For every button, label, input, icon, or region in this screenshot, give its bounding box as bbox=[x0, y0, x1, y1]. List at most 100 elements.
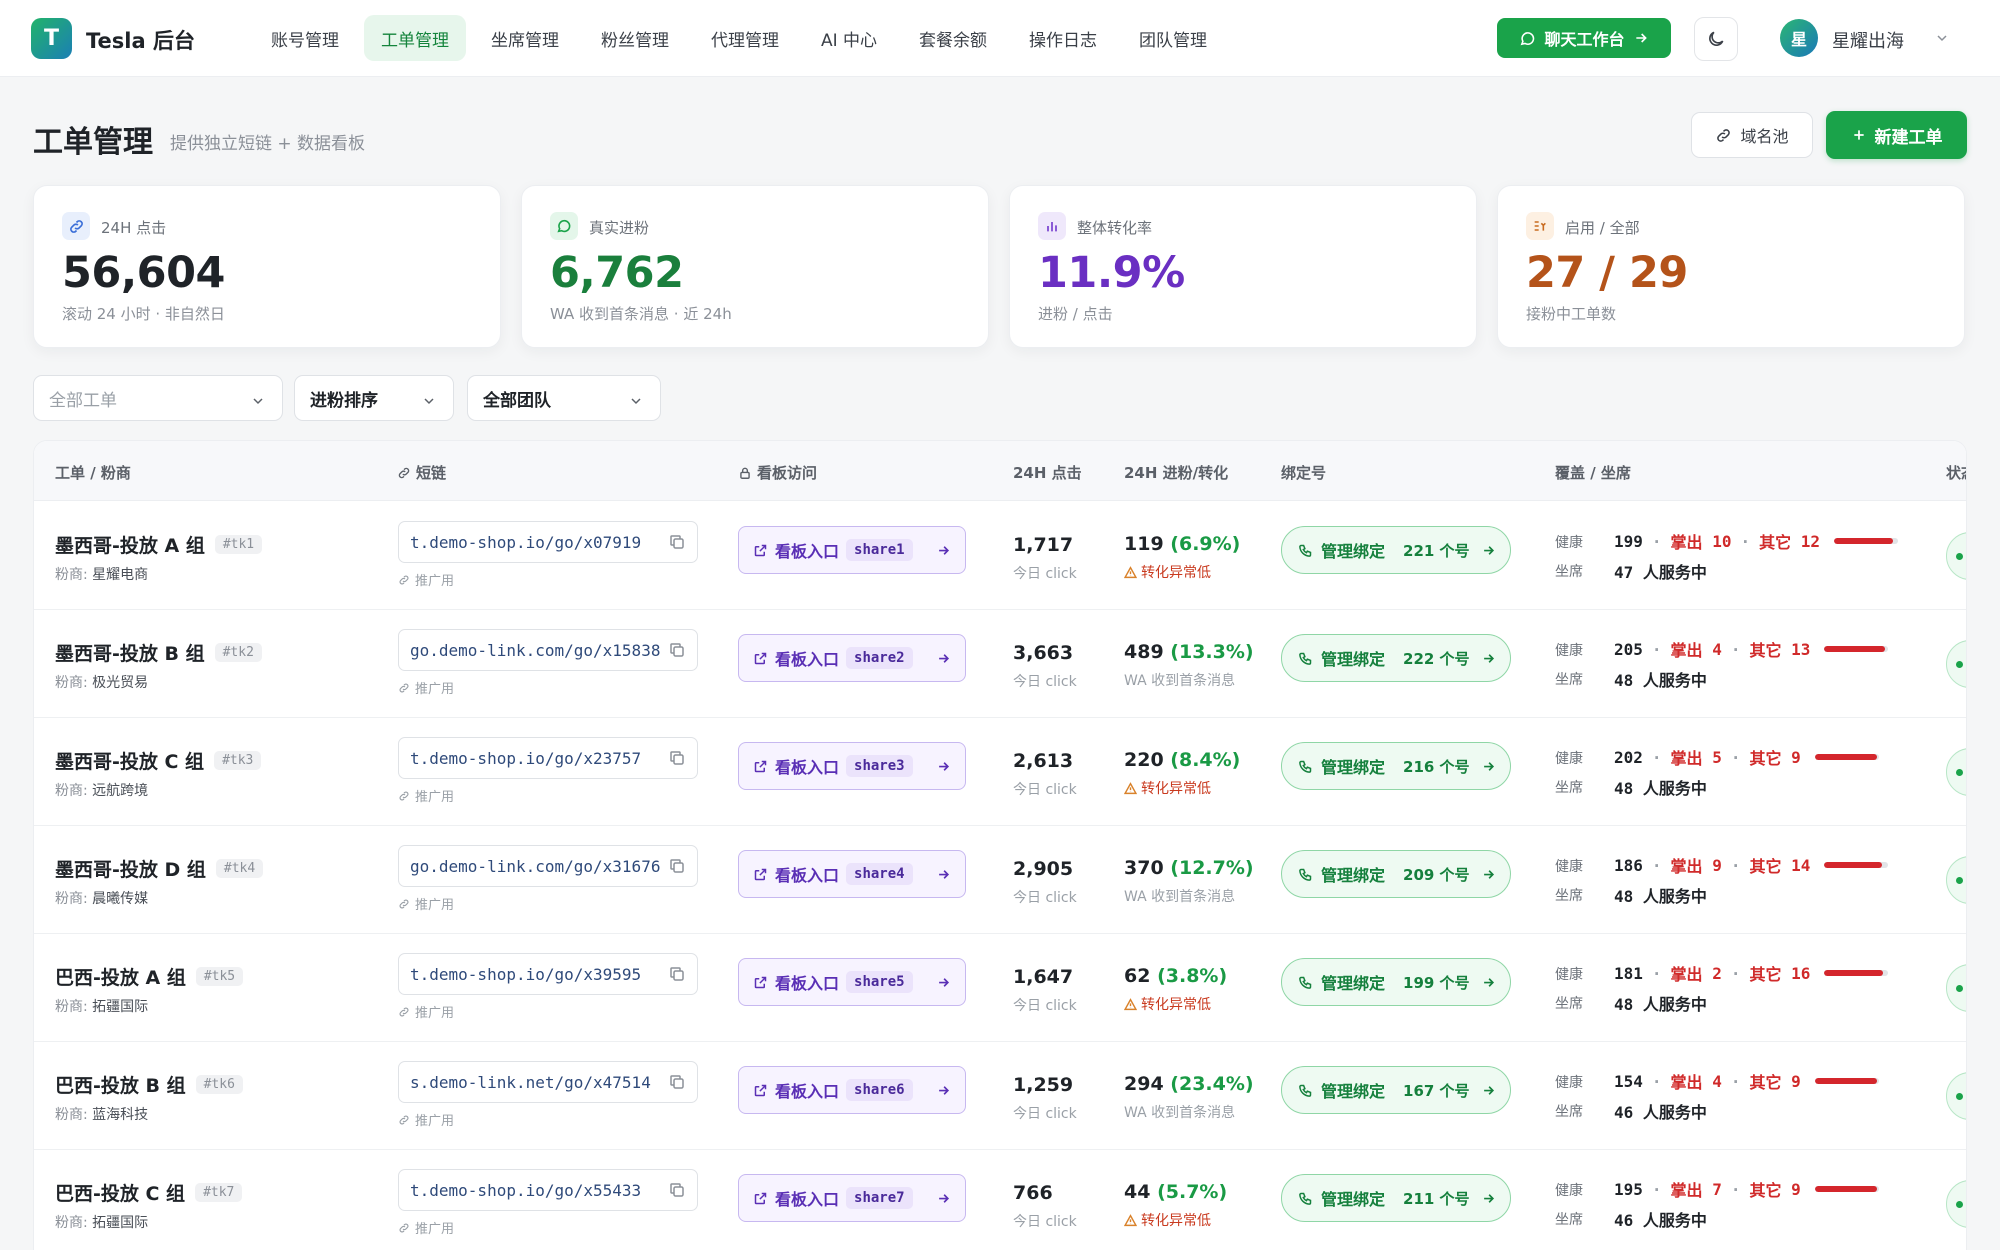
table-row[interactable]: 墨西哥-投放 A 组 #tk1 粉商: 星耀电商 t.demo-shop.io/… bbox=[34, 502, 1966, 610]
new-ticket-button[interactable]: 新建工单 bbox=[1826, 111, 1967, 159]
short-link-text: t.demo-shop.io/go/x55433 bbox=[410, 1180, 642, 1200]
board-entry-button[interactable]: 看板入口 share6 bbox=[738, 1066, 966, 1114]
seat-stats: 48 人服务中 bbox=[1614, 667, 1707, 691]
manage-binding-button[interactable]: 管理绑定 221 个号 bbox=[1281, 526, 1511, 574]
health-bar bbox=[1814, 754, 1879, 760]
short-link-field[interactable]: t.demo-shop.io/go/x55433 bbox=[398, 1169, 698, 1211]
manage-binding-button[interactable]: 管理绑定 222 个号 bbox=[1281, 634, 1511, 682]
table-row[interactable]: 巴西-投放 C 组 #tk7 粉商: 拓疆国际 t.demo-shop.io/g… bbox=[34, 1150, 1966, 1250]
ticket-name[interactable]: 巴西-投放 A 组 bbox=[55, 963, 186, 990]
lost-label: 掌出 bbox=[1670, 857, 1703, 876]
short-link-field[interactable]: t.demo-shop.io/go/x07919 bbox=[398, 521, 698, 563]
ticket-name[interactable]: 巴西-投放 B 组 bbox=[55, 1071, 186, 1098]
nav-item-3[interactable]: 粉丝管理 bbox=[584, 15, 686, 61]
ticket-filter-select[interactable]: 全部工单 bbox=[33, 375, 283, 421]
ticket-name[interactable]: 墨西哥-投放 B 组 bbox=[55, 639, 205, 666]
conversion-note-text: 转化异常低 bbox=[1141, 1213, 1211, 1229]
copy-icon[interactable] bbox=[668, 1073, 686, 1091]
short-link-field[interactable]: s.demo-link.net/go/x47514 bbox=[398, 1061, 698, 1103]
manage-binding-label: 管理绑定 bbox=[1321, 650, 1386, 669]
arrow-right-icon bbox=[939, 1194, 950, 1203]
nav-item-6[interactable]: 套餐余额 bbox=[902, 15, 1004, 61]
ticket-name[interactable]: 墨西哥-投放 C 组 bbox=[55, 747, 204, 774]
seat-count: 48 bbox=[1614, 671, 1634, 690]
status-toggle[interactable] bbox=[1946, 1180, 1966, 1228]
warning-icon bbox=[1124, 781, 1137, 794]
health-count: 186 bbox=[1614, 855, 1643, 875]
conversion-rate: (13.3%) bbox=[1170, 641, 1254, 663]
copy-icon[interactable] bbox=[668, 1181, 686, 1199]
promo-text: 推广用 bbox=[415, 1222, 455, 1237]
merchant-name: 拓疆国际 bbox=[92, 999, 149, 1015]
copy-icon[interactable] bbox=[668, 533, 686, 551]
nav-item-0[interactable]: 账号管理 bbox=[254, 15, 356, 61]
lost-count: 9 bbox=[1712, 855, 1722, 875]
health-label: 健康 bbox=[1555, 535, 1583, 551]
nav-item-7[interactable]: 操作日志 bbox=[1012, 15, 1114, 61]
user-name[interactable]: 星耀出海 bbox=[1832, 27, 1904, 53]
bound-count: 221 个号 bbox=[1403, 541, 1470, 560]
board-entry-button[interactable]: 看板入口 share3 bbox=[738, 742, 966, 790]
copy-icon[interactable] bbox=[668, 965, 686, 983]
domain-pool-button[interactable]: 域名池 bbox=[1691, 112, 1813, 158]
table-row[interactable]: 巴西-投放 A 组 #tk5 粉商: 拓疆国际 t.demo-shop.io/g… bbox=[34, 934, 1966, 1042]
stat-card-2: 整体转化率 11.9% 进粉 / 点击 bbox=[1009, 185, 1477, 348]
status-toggle[interactable] bbox=[1946, 640, 1966, 688]
table-row[interactable]: 墨西哥-投放 B 组 #tk2 粉商: 极光贸易 go.demo-link.co… bbox=[34, 610, 1966, 718]
nav-item-8[interactable]: 团队管理 bbox=[1122, 15, 1224, 61]
bound-count: 209 个号 bbox=[1403, 865, 1470, 884]
table-row[interactable]: 墨西哥-投放 D 组 #tk4 粉商: 晨曦传媒 go.demo-link.co… bbox=[34, 826, 1966, 934]
ticket-name[interactable]: 墨西哥-投放 A 组 bbox=[55, 531, 205, 558]
conversion-24h: 44 (5.7%) bbox=[1124, 1181, 1227, 1203]
status-toggle[interactable] bbox=[1946, 1072, 1966, 1120]
status-toggle[interactable] bbox=[1946, 964, 1966, 1012]
chat-workbench-button[interactable]: 聊天工作台 bbox=[1497, 18, 1671, 58]
nav-item-2[interactable]: 坐席管理 bbox=[474, 15, 576, 61]
nav-item-5[interactable]: AI 中心 bbox=[804, 15, 894, 61]
manage-binding-button[interactable]: 管理绑定 209 个号 bbox=[1281, 850, 1511, 898]
copy-icon[interactable] bbox=[668, 857, 686, 875]
board-entry-button[interactable]: 看板入口 share4 bbox=[738, 850, 966, 898]
copy-icon[interactable] bbox=[668, 641, 686, 659]
external-link-icon bbox=[754, 760, 767, 772]
app-logo[interactable]: T bbox=[31, 18, 72, 59]
team-filter-select[interactable]: 全部团队 bbox=[467, 375, 661, 421]
manage-binding-button[interactable]: 管理绑定 211 个号 bbox=[1281, 1174, 1511, 1222]
manage-binding-button[interactable]: 管理绑定 167 个号 bbox=[1281, 1066, 1511, 1114]
board-entry-button[interactable]: 看板入口 share2 bbox=[738, 634, 966, 682]
plus-icon bbox=[1853, 130, 1864, 140]
promo-text: 推广用 bbox=[415, 682, 455, 697]
short-link-field[interactable]: go.demo-link.com/go/x15838 bbox=[398, 629, 698, 671]
manage-binding-button[interactable]: 管理绑定 216 个号 bbox=[1281, 742, 1511, 790]
status-toggle[interactable] bbox=[1946, 748, 1966, 796]
ticket-name[interactable]: 巴西-投放 C 组 bbox=[55, 1179, 185, 1206]
nav-item-1[interactable]: 工单管理 bbox=[364, 15, 466, 61]
lost-label: 掌出 bbox=[1670, 641, 1703, 660]
short-link-field[interactable]: t.demo-shop.io/go/x39595 bbox=[398, 953, 698, 995]
nav-item-4[interactable]: 代理管理 bbox=[694, 15, 796, 61]
sort-select[interactable]: 进粉排序 bbox=[294, 375, 454, 421]
status-toggle[interactable] bbox=[1946, 856, 1966, 904]
short-link-field[interactable]: t.demo-shop.io/go/x23757 bbox=[398, 737, 698, 779]
board-entry-button[interactable]: 看板入口 share1 bbox=[738, 526, 966, 574]
column-header-bind: 绑定号 bbox=[1281, 464, 1327, 482]
copy-icon[interactable] bbox=[668, 749, 686, 767]
board-entry-button[interactable]: 看板入口 share5 bbox=[738, 958, 966, 1006]
board-entry-button[interactable]: 看板入口 share7 bbox=[738, 1174, 966, 1222]
health-bar bbox=[1824, 970, 1889, 976]
column-header-coverage: 覆盖 / 坐席 bbox=[1555, 464, 1631, 482]
table-row[interactable]: 墨西哥-投放 C 组 #tk3 粉商: 远航跨境 t.demo-shop.io/… bbox=[34, 718, 1966, 826]
other-count: 12 bbox=[1800, 531, 1821, 551]
ticket-name-cell: 墨西哥-投放 B 组 #tk2 bbox=[55, 639, 262, 666]
short-link-field[interactable]: go.demo-link.com/go/x31676 bbox=[398, 845, 698, 887]
ticket-name[interactable]: 墨西哥-投放 D 组 bbox=[55, 855, 206, 882]
manage-binding-button[interactable]: 管理绑定 199 个号 bbox=[1281, 958, 1511, 1006]
chevron-down-icon[interactable] bbox=[1934, 30, 1950, 46]
stat-note: WA 收到首条消息 · 近 24h bbox=[550, 305, 732, 323]
moon-icon bbox=[1709, 31, 1724, 46]
user-avatar[interactable]: 星 bbox=[1780, 19, 1818, 57]
conversion-rate: (23.4%) bbox=[1170, 1073, 1254, 1095]
table-row[interactable]: 巴西-投放 B 组 #tk6 粉商: 蓝海科技 s.demo-link.net/… bbox=[34, 1042, 1966, 1150]
theme-toggle-button[interactable] bbox=[1694, 17, 1738, 61]
status-toggle[interactable] bbox=[1946, 532, 1966, 580]
